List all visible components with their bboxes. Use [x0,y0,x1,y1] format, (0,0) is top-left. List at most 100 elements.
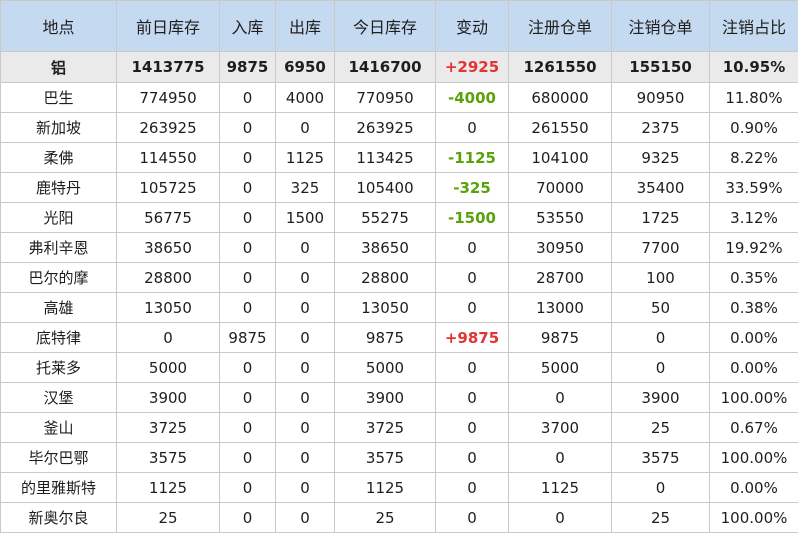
cell-inbound: 0 [220,293,276,323]
cell-cancelled-ratio: 0.67% [710,413,798,443]
cell-registered-warrants: 9875 [509,323,612,353]
cell-inbound: 0 [220,473,276,503]
cell-today-stock: 105400 [335,173,436,203]
cell-inbound: 9875 [220,323,276,353]
cell-today-stock: 3725 [335,413,436,443]
cell-prev-stock: 263925 [117,113,220,143]
cell-prev-stock: 3575 [117,443,220,473]
cell-outbound: 1125 [276,143,335,173]
cell-prev-stock: 774950 [117,83,220,113]
cell-location: 柔佛 [1,143,117,173]
cell-change: 0 [436,353,509,383]
cell-cancelled-warrants: 100 [612,263,710,293]
cell-location: 高雄 [1,293,117,323]
cell-registered-warrants: 53550 [509,203,612,233]
cell-cancelled-ratio: 0.90% [710,113,798,143]
cell-outbound: 0 [276,233,335,263]
table-row: 弗利辛恩386500038650030950770019.92% [1,233,798,263]
cell-inbound: 0 [220,353,276,383]
cell-registered-warrants: 30950 [509,233,612,263]
cell-location: 弗利辛恩 [1,233,117,263]
cell-cancelled-ratio: 100.00% [710,383,798,413]
cell-change: 0 [436,413,509,443]
cell-cancelled-warrants: 9325 [612,143,710,173]
cell-cancelled-warrants: 3900 [612,383,710,413]
table-row: 托莱多50000050000500000.00% [1,353,798,383]
cell-outbound: 325 [276,173,335,203]
table-row: 毕尔巴鄂3575003575003575100.00% [1,443,798,473]
cell-today-stock: 25 [335,503,436,533]
header-cancelled-warrants: 注销仓单 [612,1,710,52]
header-prev-stock: 前日库存 [117,1,220,52]
header-cancelled-ratio: 注销占比 [710,1,798,52]
cell-inbound: 0 [220,143,276,173]
cell-outbound: 0 [276,323,335,353]
cell-cancelled-warrants: 155150 [612,52,710,83]
cell-inbound: 0 [220,383,276,413]
cell-registered-warrants: 261550 [509,113,612,143]
cell-cancelled-warrants: 35400 [612,173,710,203]
header-change: 变动 [436,1,509,52]
table-row: 光阳567750150055275-15005355017253.12% [1,203,798,233]
cell-cancelled-ratio: 8.22% [710,143,798,173]
table-row: 鹿特丹1057250325105400-325700003540033.59% [1,173,798,203]
cell-location: 釜山 [1,413,117,443]
cell-today-stock: 770950 [335,83,436,113]
cell-change: -4000 [436,83,509,113]
cell-cancelled-warrants: 1725 [612,203,710,233]
cell-cancelled-warrants: 25 [612,503,710,533]
cell-cancelled-ratio: 100.00% [710,443,798,473]
cell-prev-stock: 1125 [117,473,220,503]
table-row: 新奥尔良2500250025100.00% [1,503,798,533]
cell-inbound: 0 [220,203,276,233]
cell-prev-stock: 56775 [117,203,220,233]
cell-location: 汉堡 [1,383,117,413]
cell-outbound: 1500 [276,203,335,233]
cell-outbound: 4000 [276,83,335,113]
cell-cancelled-warrants: 7700 [612,233,710,263]
table-row: 柔佛11455001125113425-112510410093258.22% [1,143,798,173]
cell-location: 新奥尔良 [1,503,117,533]
cell-change: 0 [436,113,509,143]
cell-change: 0 [436,263,509,293]
cell-registered-warrants: 1261550 [509,52,612,83]
cell-cancelled-warrants: 25 [612,413,710,443]
cell-outbound: 0 [276,113,335,143]
cell-cancelled-ratio: 0.00% [710,473,798,503]
table-row: 巴生77495004000770950-40006800009095011.80… [1,83,798,113]
total-row: 铝1413775987569501416700+2925126155015515… [1,52,798,83]
cell-outbound: 0 [276,503,335,533]
cell-outbound: 0 [276,263,335,293]
table-row: 的里雅斯特11250011250112500.00% [1,473,798,503]
cell-cancelled-ratio: 19.92% [710,233,798,263]
cell-today-stock: 113425 [335,143,436,173]
cell-today-stock: 9875 [335,323,436,353]
table-row: 巴尔的摩2880000288000287001000.35% [1,263,798,293]
cell-inbound: 0 [220,173,276,203]
cell-change: +9875 [436,323,509,353]
cell-today-stock: 3575 [335,443,436,473]
cell-cancelled-warrants: 90950 [612,83,710,113]
cell-registered-warrants: 5000 [509,353,612,383]
cell-inbound: 9875 [220,52,276,83]
cell-outbound: 0 [276,473,335,503]
cell-registered-warrants: 1125 [509,473,612,503]
cell-location: 巴尔的摩 [1,263,117,293]
cell-prev-stock: 3725 [117,413,220,443]
cell-outbound: 0 [276,353,335,383]
cell-prev-stock: 0 [117,323,220,353]
cell-change: 0 [436,383,509,413]
cell-outbound: 0 [276,413,335,443]
cell-cancelled-warrants: 0 [612,473,710,503]
cell-prev-stock: 114550 [117,143,220,173]
cell-today-stock: 55275 [335,203,436,233]
header-row: 地点 前日库存 入库 出库 今日库存 变动 注册仓单 注销仓单 注销占比 [1,1,798,52]
cell-outbound: 6950 [276,52,335,83]
cell-cancelled-ratio: 3.12% [710,203,798,233]
cell-cancelled-ratio: 33.59% [710,173,798,203]
cell-registered-warrants: 3700 [509,413,612,443]
cell-prev-stock: 13050 [117,293,220,323]
header-today-stock: 今日库存 [335,1,436,52]
cell-prev-stock: 3900 [117,383,220,413]
cell-prev-stock: 25 [117,503,220,533]
